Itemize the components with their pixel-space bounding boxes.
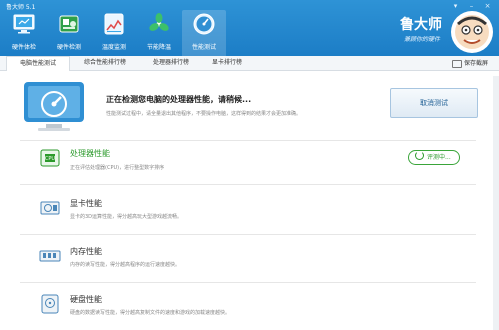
close-icon[interactable]: ×: [482, 2, 493, 10]
cancel-test-button[interactable]: 取消测试: [390, 88, 478, 118]
graphics-card-icon: [40, 201, 60, 215]
title-bar: 鲁大师 5.1 ▾ – × 硬件体检 硬件检测 温度监测 节能降温 性能测试 鲁…: [0, 0, 499, 56]
cpu-performance-desc: 正在评估处理器(CPU)，进行整型数字排序: [70, 165, 165, 171]
nav-label: 节能降温: [146, 44, 171, 51]
brand-slogan: 兼顾你的硬件: [404, 36, 441, 43]
test-status-desc: 性能测试过程中，请全量退出其他程序，不要操作电脑，这样得到的结果才会更加准确。: [106, 111, 302, 117]
nav-energy-cooling[interactable]: 节能降温: [137, 10, 181, 56]
nav-hardware-check[interactable]: 硬件体检: [2, 10, 46, 56]
chip-icon: [59, 15, 79, 33]
tab-cpu-ranking[interactable]: 处理器排行榜: [140, 56, 202, 70]
divider: [20, 140, 476, 141]
monitor-icon: [13, 14, 35, 34]
disk-performance-title: 硬盘性能: [70, 295, 102, 304]
memory-performance-desc: 内存的读写性能，得分越高程序的运行速度越快。: [70, 262, 181, 268]
testing-status-badge: 评测中...: [408, 150, 460, 165]
gpu-performance-desc: 显卡的3D运算性能，得分越高玩大型游戏越流畅。: [70, 214, 183, 220]
memory-icon: [39, 250, 61, 262]
mascot-avatar: [451, 11, 493, 53]
thermometer-icon: [104, 13, 124, 35]
disk-performance-desc: 硬盘的数据读写性能，得分越高复制文件的速度和游戏的加载速度越快。: [70, 310, 231, 316]
test-status-title: 正在检测您电脑的处理器性能，请稍候...: [106, 95, 252, 104]
spinner-icon: [415, 151, 424, 160]
divider: [20, 234, 476, 235]
cpu-icon: CPU: [40, 149, 60, 167]
tab-bar: 电脑性能测试 综合性能排行榜 处理器排行榜 显卡排行榜: [0, 56, 499, 71]
cpu-performance-title: 处理器性能: [70, 149, 110, 158]
tab-gpu-ranking[interactable]: 显卡排行榜: [202, 56, 252, 70]
gpu-performance-title: 显卡性能: [70, 199, 102, 208]
divider: [20, 184, 476, 185]
performance-monitor-icon: [24, 82, 84, 131]
brand-name: 鲁大师: [400, 17, 442, 33]
testing-label: 评测中...: [427, 154, 451, 161]
camera-icon: [452, 59, 462, 68]
hard-disk-icon: [41, 294, 59, 314]
fan-icon: [149, 13, 169, 31]
nav-temperature[interactable]: 温度监测: [92, 10, 136, 56]
nav-hardware-detect[interactable]: 硬件检测: [47, 10, 91, 56]
minimize-icon[interactable]: –: [466, 2, 477, 10]
tab-pc-performance[interactable]: 电脑性能测试: [6, 56, 70, 71]
menu-icon[interactable]: ▾: [450, 2, 461, 10]
save-screenshot-button[interactable]: 保存截屏: [452, 58, 488, 68]
nav-performance-test[interactable]: 性能测试: [182, 10, 226, 56]
nav-label: 温度监测: [101, 44, 126, 51]
speedometer-icon: [193, 13, 215, 35]
nav-label: 硬件体检: [11, 44, 36, 51]
save-label: 保存截屏: [464, 60, 489, 67]
tab-overall-ranking[interactable]: 综合性能排行榜: [70, 56, 140, 70]
svg-text:CPU: CPU: [45, 156, 56, 162]
divider: [20, 282, 476, 283]
nav-label: 硬件检测: [56, 44, 81, 51]
scrollbar[interactable]: [493, 76, 499, 330]
memory-performance-title: 内存性能: [70, 247, 102, 256]
nav-label: 性能测试: [191, 44, 216, 51]
